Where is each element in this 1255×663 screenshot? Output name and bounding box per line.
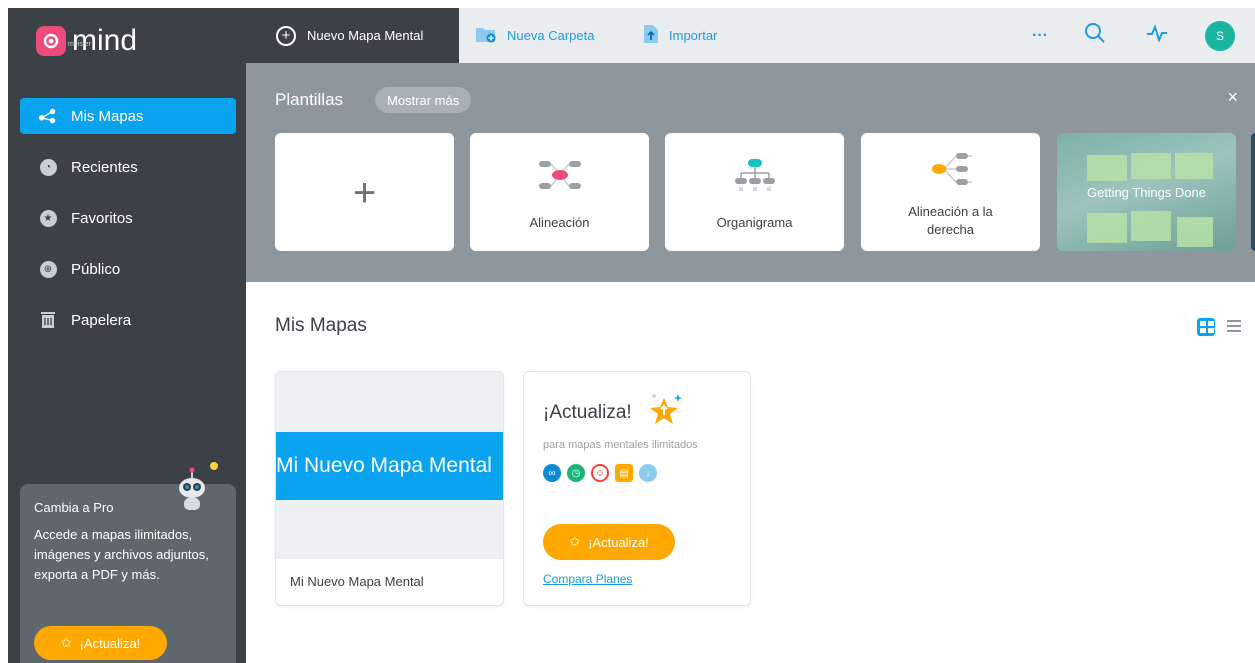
upgrade-star-icon: [648, 392, 684, 431]
new-folder-label: Nueva Carpeta: [507, 28, 595, 43]
topbar: + Nuevo Mapa Mental Nueva Carpeta Import…: [246, 8, 1255, 63]
template-label: Alineación a la derecha: [908, 204, 993, 237]
alignment-map-icon: [537, 157, 583, 198]
upgrade-card-title: ¡Actualiza!: [543, 402, 632, 423]
promo-upgrade-button[interactable]: ✩ ¡Actualiza!: [34, 626, 167, 660]
import-file-icon: [643, 24, 659, 47]
printer-icon: ▤: [615, 464, 633, 482]
more-label: ···: [1032, 26, 1048, 44]
user-avatar-button[interactable]: S: [1204, 8, 1236, 63]
close-templates-button[interactable]: ×: [1227, 87, 1238, 108]
template-label: Getting Things Done: [1087, 185, 1206, 200]
map-name: Mi Nuevo Mapa Mental: [290, 574, 424, 589]
sidebar-item-label: Mis Mapas: [71, 107, 144, 125]
sidebar: mind meister Mis Mapas ◔ Recientes ★ Fav…: [8, 8, 246, 663]
sidebar-nav: Mis Mapas ◔ Recientes ★ Favoritos ⊕ Públ…: [20, 98, 236, 353]
upgrade-promo: Cambia a Pro Accede a mapas ilimitados, …: [20, 462, 236, 663]
sidebar-item-papelera[interactable]: Papelera: [20, 302, 236, 338]
templates-panel: Plantillas Mostrar más × + Alineación Or…: [246, 63, 1255, 282]
more-options-button[interactable]: ···: [1028, 8, 1052, 63]
map-thumbnail: Mi Nuevo Mapa Mental: [276, 372, 503, 559]
template-right-alignment[interactable]: Alineación a la derecha: [861, 133, 1040, 251]
search-button[interactable]: [1082, 8, 1108, 63]
avatar: S: [1205, 20, 1235, 51]
upgrade-card-subtitle: para mapas mentales ilimitados: [543, 439, 698, 451]
star-icon: ★: [38, 208, 58, 228]
grid-view-toggle[interactable]: [1197, 318, 1215, 336]
sidebar-item-label: Papelera: [71, 311, 132, 329]
clock-icon: ◔: [38, 157, 58, 177]
search-icon: [1084, 22, 1106, 49]
org-chart-icon: [732, 157, 778, 198]
infinity-icon: ∞: [543, 464, 561, 482]
app-root: mind meister Mis Mapas ◔ Recientes ★ Fav…: [0, 0, 1255, 663]
map-card[interactable]: Mi Nuevo Mapa Mental Mi Nuevo Mapa Menta…: [275, 371, 504, 606]
template-label: Organigrama: [716, 215, 793, 230]
template-next-peek[interactable]: [1251, 133, 1255, 251]
new-mindmap-button[interactable]: + Nuevo Mapa Mental: [246, 8, 459, 63]
star-icon: ✩: [60, 635, 72, 650]
folder-plus-icon: [475, 25, 497, 46]
template-label: Alineación: [529, 215, 590, 230]
upgrade-card: ¡Actualiza! para mapas mentales ilimitad…: [523, 371, 751, 606]
robot-mascot-icon: [178, 458, 220, 518]
sidebar-item-favoritos[interactable]: ★ Favoritos: [20, 200, 236, 236]
sidebar-item-mis-mapas[interactable]: Mis Mapas: [20, 98, 236, 134]
sidebar-item-label: Favoritos: [71, 209, 133, 227]
import-button[interactable]: Importar: [643, 8, 717, 63]
sidebar-item-recientes[interactable]: ◔ Recientes: [20, 149, 236, 185]
history-icon: ◷: [567, 464, 585, 482]
show-more-button[interactable]: Mostrar más: [375, 87, 472, 113]
sidebar-item-publico[interactable]: ⊕ Público: [20, 251, 236, 287]
template-getting-things-done[interactable]: Getting Things Done: [1057, 133, 1236, 251]
star-icon: ✩: [569, 534, 581, 549]
upgrade-button[interactable]: ✩ ¡Actualiza!: [543, 524, 675, 560]
compare-plans-link[interactable]: Compara Planes: [543, 572, 632, 586]
plus-circle-icon: +: [276, 25, 296, 46]
list-view-toggle[interactable]: [1227, 320, 1241, 332]
template-alignment[interactable]: Alineación: [470, 133, 649, 251]
activity-button[interactable]: [1144, 8, 1170, 63]
template-org-chart[interactable]: Organigrama: [665, 133, 844, 251]
upgrade-button-label: ¡Actualiza!: [588, 534, 649, 550]
new-mindmap-label: Nuevo Mapa Mental: [307, 28, 424, 43]
sidebar-item-label: Recientes: [71, 158, 138, 176]
upgrade-feature-icons: ∞ ◷ ☺ ▤ ↓: [543, 464, 657, 482]
promo-body: Accede a mapas ilimitados, imágenes y ar…: [34, 527, 209, 582]
templates-title: Plantillas: [275, 90, 344, 109]
activity-pulse-icon: [1146, 24, 1168, 47]
page-title: Mis Mapas: [275, 315, 367, 336]
globe-icon: ⊕: [38, 259, 58, 279]
logo-subtext: meister: [68, 41, 91, 48]
plus-icon: +: [352, 171, 377, 215]
logo-mark-icon: [36, 26, 66, 56]
template-blank[interactable]: +: [275, 133, 454, 251]
cloud-download-icon: ↓: [639, 464, 657, 482]
sidebar-item-label: Público: [71, 260, 121, 278]
trash-icon: [38, 310, 58, 330]
mindmap-icon: [38, 106, 58, 126]
right-alignment-icon: [928, 151, 974, 192]
promo-upgrade-label: ¡Actualiza!: [79, 635, 141, 651]
support-headset-icon: ☺: [591, 464, 609, 482]
map-thumbnail-title: Mi Nuevo Mapa Mental: [276, 432, 503, 500]
new-folder-button[interactable]: Nueva Carpeta: [475, 8, 594, 63]
import-label: Importar: [669, 28, 718, 43]
